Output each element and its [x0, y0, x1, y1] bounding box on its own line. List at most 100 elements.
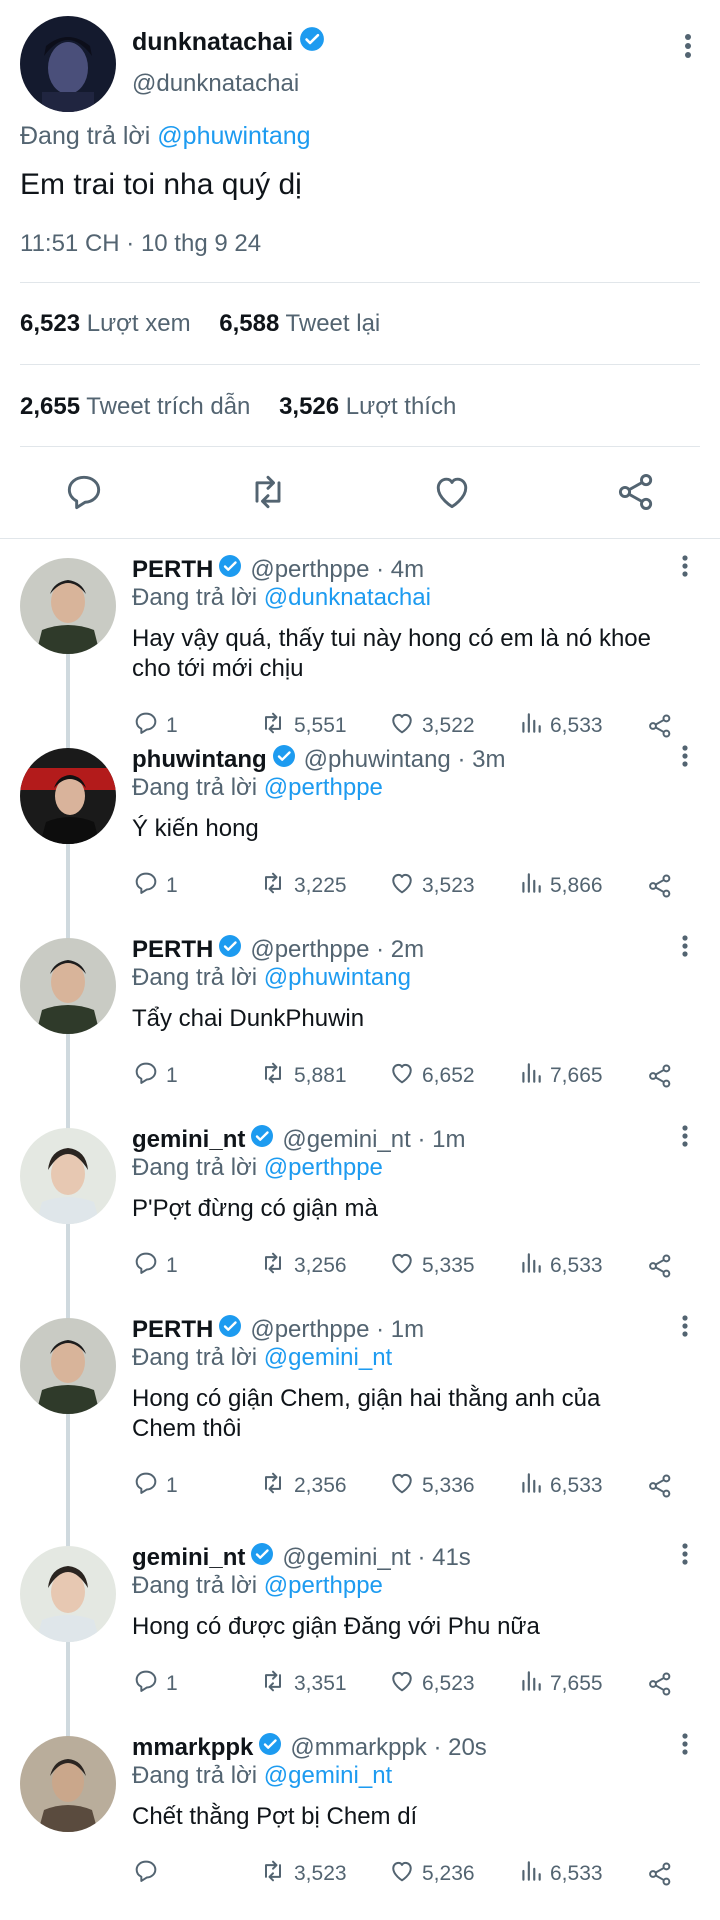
mention-link[interactable]: @gemini_nt: [264, 1344, 392, 1371]
mention-link[interactable]: @phuwintang: [264, 964, 411, 991]
retweets-action[interactable]: 3,225: [258, 868, 347, 904]
author-handle[interactable]: @dunknatachai: [132, 70, 299, 98]
avatar[interactable]: [20, 16, 116, 112]
reply-icon[interactable]: [132, 1469, 166, 1503]
avatar[interactable]: [20, 1128, 116, 1224]
likes-action[interactable]: 5,236: [388, 1856, 475, 1892]
like-icon[interactable]: [388, 1857, 422, 1891]
retweet-icon[interactable]: [258, 1857, 294, 1891]
share-icon[interactable]: [614, 470, 658, 514]
mention-link[interactable]: @perthppe: [264, 1154, 383, 1181]
reply-icon[interactable]: [132, 869, 166, 903]
more-vertical-icon[interactable]: [682, 32, 694, 65]
reply-icon[interactable]: [132, 1059, 166, 1093]
replies-action[interactable]: 1: [132, 1468, 178, 1504]
more-vertical-icon[interactable]: [680, 744, 690, 773]
more-vertical-icon[interactable]: [680, 1542, 690, 1571]
avatar[interactable]: [20, 938, 116, 1034]
retweets-action[interactable]: 3,523: [258, 1856, 347, 1892]
author-handle[interactable]: @mmarkppk · 20s: [290, 1734, 486, 1762]
author-name[interactable]: phuwintang: [132, 746, 267, 774]
retweets-count[interactable]: 6,588: [219, 310, 279, 337]
author-name[interactable]: PERTH: [132, 1316, 213, 1344]
mention-link[interactable]: @phuwintang: [157, 122, 310, 150]
retweet-icon[interactable]: [258, 1469, 294, 1503]
mention-link[interactable]: @perthppe: [264, 774, 383, 801]
more-vertical-icon[interactable]: [680, 554, 690, 583]
avatar[interactable]: [20, 1318, 116, 1414]
reply-icon[interactable]: [132, 1857, 166, 1891]
retweet-icon[interactable]: [246, 470, 290, 514]
avatar[interactable]: [20, 558, 116, 654]
author-handle[interactable]: @perthppe · 2m: [250, 936, 424, 964]
views-action[interactable]: 7,655: [518, 1666, 603, 1702]
likes-action[interactable]: 6,652: [388, 1058, 475, 1094]
like-icon[interactable]: [388, 1059, 422, 1093]
retweet-icon[interactable]: [258, 1059, 294, 1093]
views-action[interactable]: 6,533: [518, 1468, 603, 1504]
likes-action[interactable]: 5,335: [388, 1248, 475, 1284]
author-name[interactable]: mmarkppk: [132, 1734, 253, 1762]
like-icon[interactable]: [430, 470, 474, 514]
more-vertical-icon[interactable]: [680, 1124, 690, 1153]
like-icon[interactable]: [388, 869, 422, 903]
author-handle[interactable]: @perthppe · 1m: [250, 1316, 424, 1344]
mention-link[interactable]: @dunknatachai: [264, 584, 431, 611]
like-icon[interactable]: [388, 1667, 422, 1701]
likes-count[interactable]: 3,526: [279, 393, 339, 420]
author-name[interactable]: PERTH: [132, 936, 213, 964]
author-name[interactable]: dunknatachai: [132, 28, 293, 57]
replies-action[interactable]: [132, 1856, 166, 1892]
views-icon[interactable]: [518, 1858, 550, 1890]
views-icon[interactable]: [518, 1668, 550, 1700]
share-icon[interactable]: [646, 1666, 680, 1702]
like-icon[interactable]: [388, 1469, 422, 1503]
mention-link[interactable]: @perthppe: [264, 1572, 383, 1599]
retweets-action[interactable]: 3,256: [258, 1248, 347, 1284]
retweets-label[interactable]: Tweet lại: [286, 310, 381, 337]
views-icon[interactable]: [518, 870, 550, 902]
replies-action[interactable]: 1: [132, 868, 178, 904]
share-icon[interactable]: [646, 1856, 680, 1892]
retweet-icon[interactable]: [258, 1667, 294, 1701]
likes-label[interactable]: Lượt thích: [346, 393, 457, 420]
views-action[interactable]: 5,866: [518, 868, 603, 904]
like-icon[interactable]: [388, 1249, 422, 1283]
quotes-label[interactable]: Tweet trích dẫn: [86, 393, 250, 420]
author-handle[interactable]: @gemini_nt · 1m: [282, 1126, 465, 1154]
quotes-count[interactable]: 2,655: [20, 393, 80, 420]
avatar[interactable]: [20, 748, 116, 844]
likes-action[interactable]: 5,336: [388, 1468, 475, 1504]
replies-action[interactable]: 1: [132, 1058, 178, 1094]
share-icon[interactable]: [646, 1468, 680, 1504]
reply-icon[interactable]: [62, 470, 106, 514]
retweets-action[interactable]: 2,356: [258, 1468, 347, 1504]
retweet-icon[interactable]: [258, 1249, 294, 1283]
views-icon[interactable]: [518, 1250, 550, 1282]
likes-action[interactable]: 3,523: [388, 868, 475, 904]
more-vertical-icon[interactable]: [680, 1732, 690, 1761]
replies-action[interactable]: 1: [132, 1248, 178, 1284]
retweets-action[interactable]: 5,881: [258, 1058, 347, 1094]
author-name[interactable]: PERTH: [132, 556, 213, 584]
share-icon[interactable]: [646, 868, 680, 904]
reply-icon[interactable]: [132, 1249, 166, 1283]
more-vertical-icon[interactable]: [680, 934, 690, 963]
author-handle[interactable]: @phuwintang · 3m: [304, 746, 506, 774]
views-action[interactable]: 6,533: [518, 1856, 603, 1892]
avatar[interactable]: [20, 1736, 116, 1832]
views-icon[interactable]: [518, 1060, 550, 1092]
replies-action[interactable]: 1: [132, 1666, 178, 1702]
author-name[interactable]: gemini_nt: [132, 1544, 245, 1572]
avatar[interactable]: [20, 1546, 116, 1642]
views-action[interactable]: 7,665: [518, 1058, 603, 1094]
share-icon[interactable]: [646, 1058, 680, 1094]
author-handle[interactable]: @perthppe · 4m: [250, 556, 424, 584]
retweets-action[interactable]: 3,351: [258, 1666, 347, 1702]
share-icon[interactable]: [646, 1248, 680, 1284]
author-name[interactable]: gemini_nt: [132, 1126, 245, 1154]
views-action[interactable]: 6,533: [518, 1248, 603, 1284]
retweet-icon[interactable]: [258, 869, 294, 903]
reply-icon[interactable]: [132, 1667, 166, 1701]
mention-link[interactable]: @gemini_nt: [264, 1762, 392, 1789]
